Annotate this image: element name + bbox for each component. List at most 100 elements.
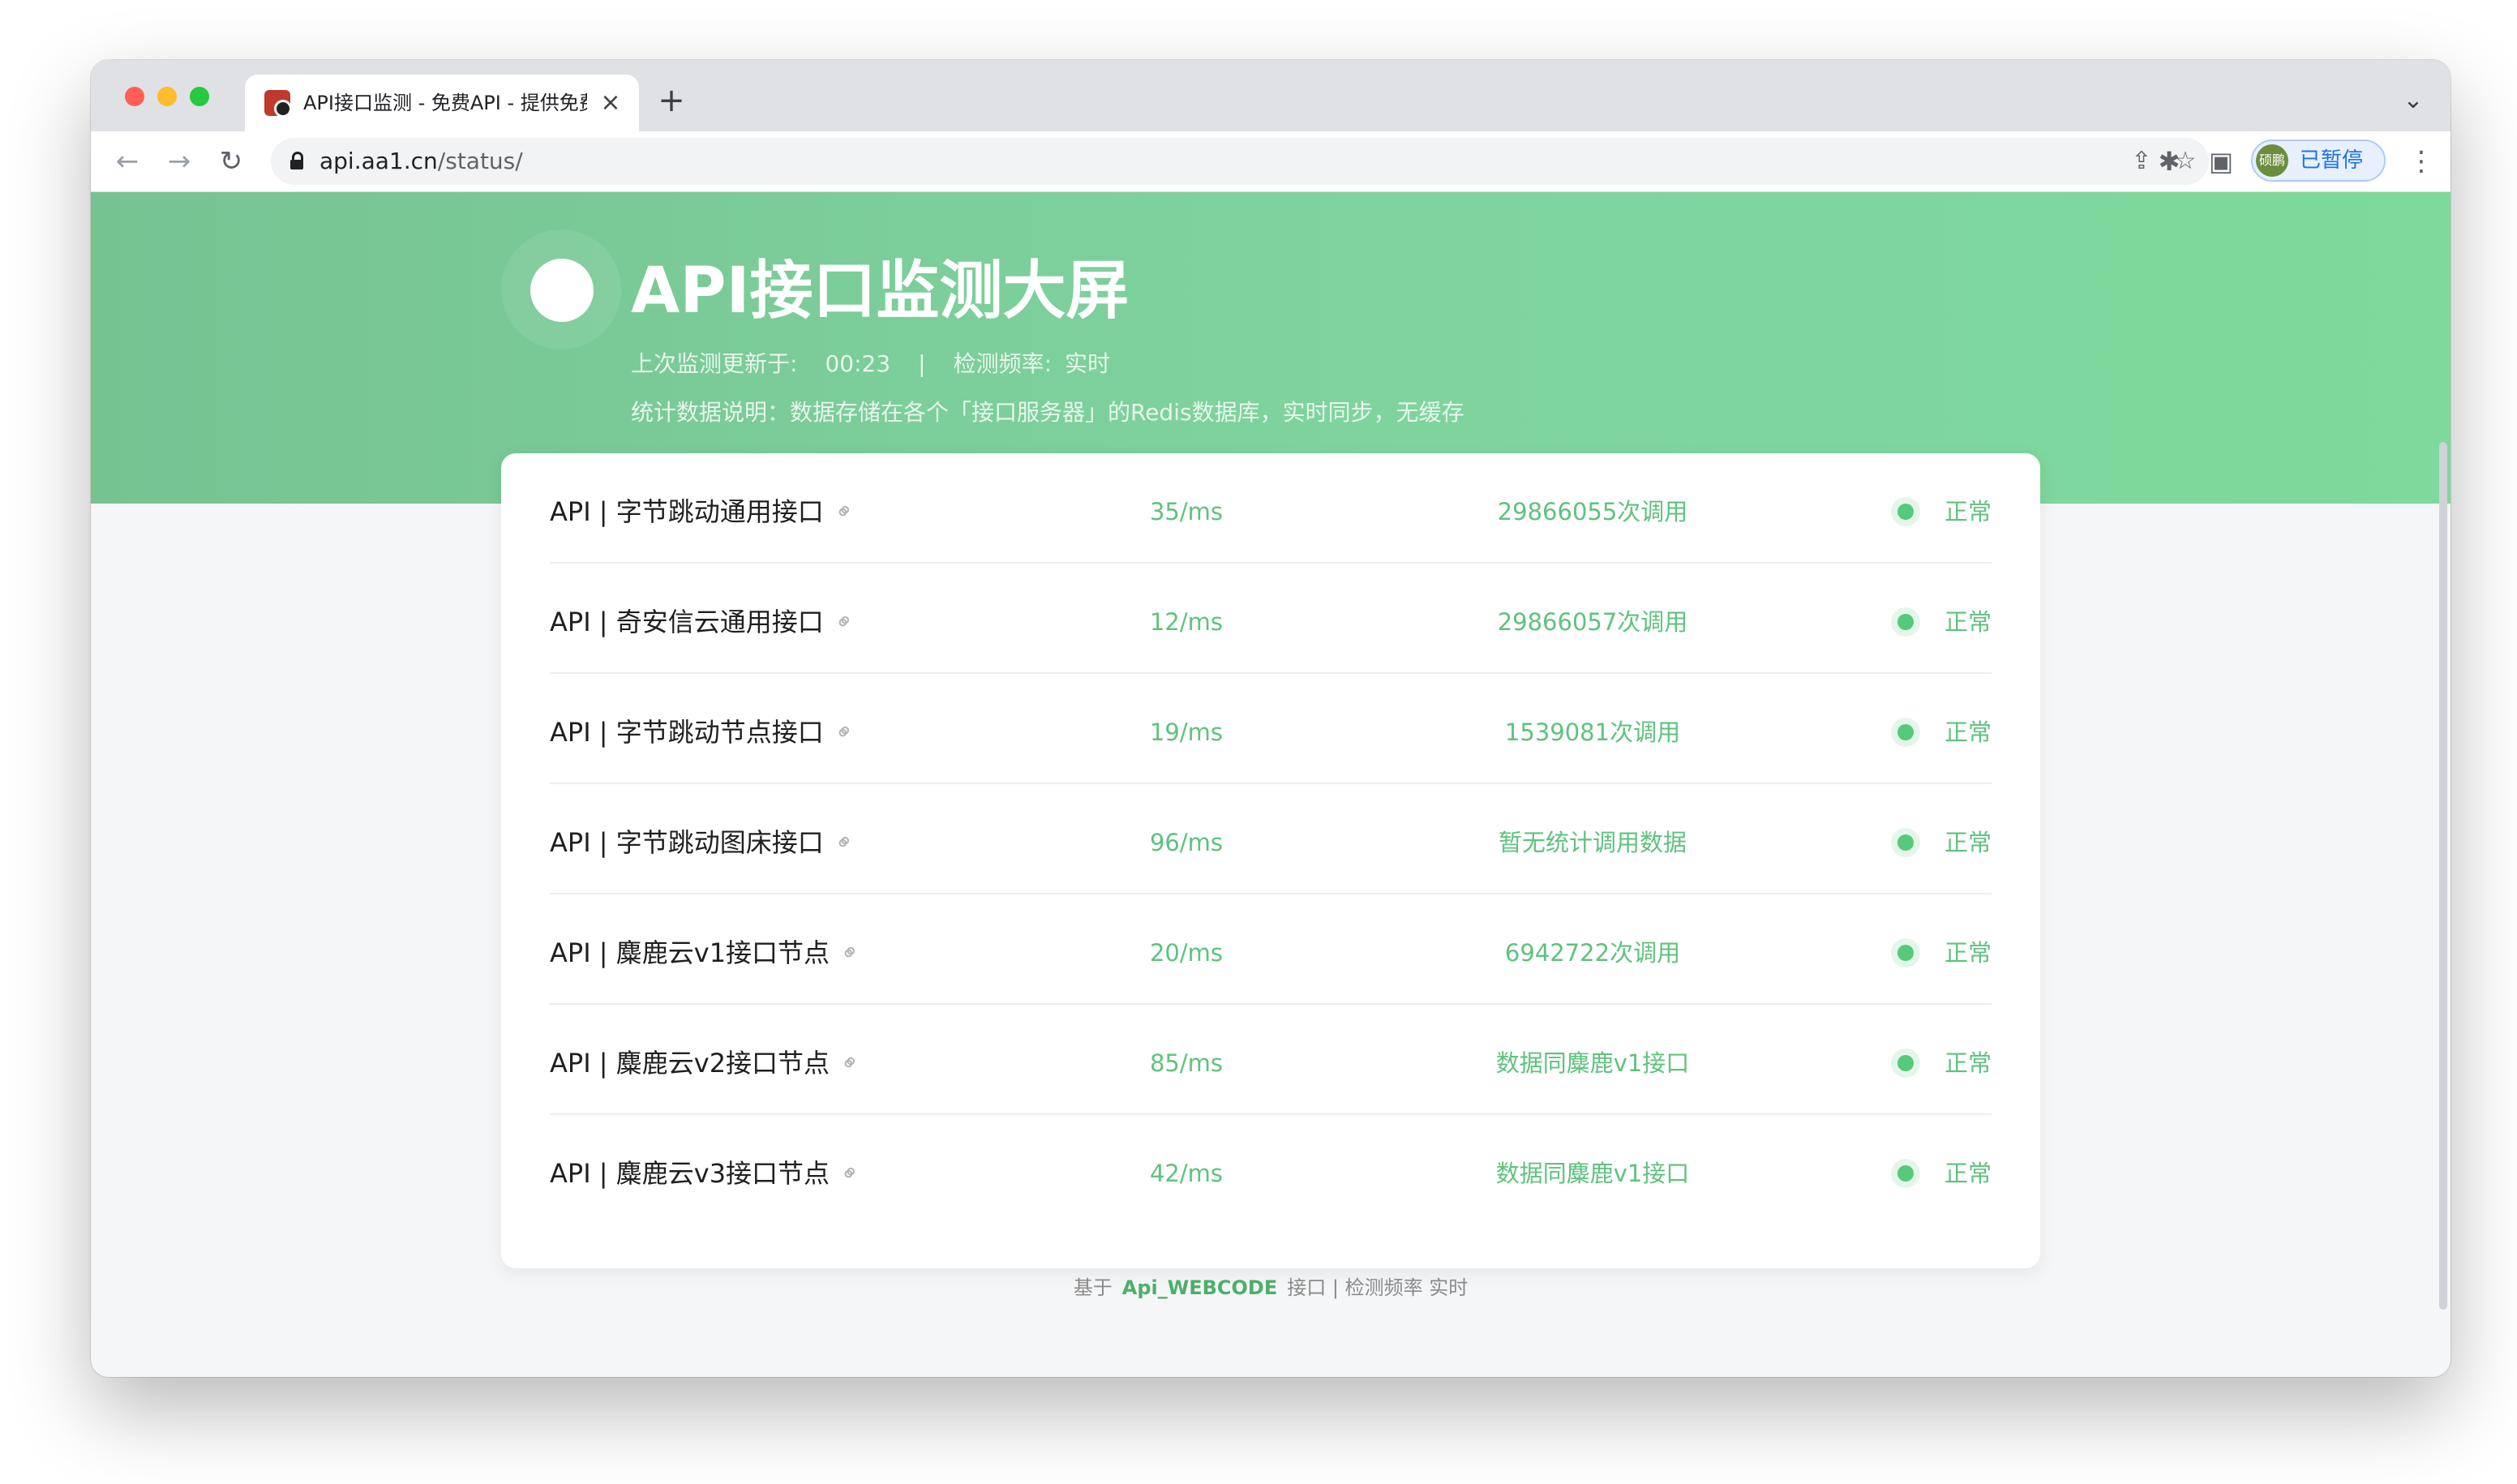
tab-search-chevron-icon[interactable]: ⌄ — [2397, 84, 2429, 117]
api-latency: 35/ms — [1149, 498, 1224, 525]
more-menu-icon[interactable]: ⋮ — [2407, 143, 2436, 180]
status-label: 正常 — [1944, 608, 1992, 636]
status-dot-icon — [1890, 497, 1920, 526]
api-name: API | 字节跳动节点接口 ⚭ — [550, 716, 860, 748]
avatar: 硕鹏 — [2256, 144, 2288, 177]
monitor-row: API | 字节跳动图床接口 ⚭ 96/ms 暂无统计调用数据 正常 — [550, 784, 1992, 894]
page-title: API接口监测大屏 — [631, 255, 1130, 328]
link-icon[interactable]: ⚭ — [826, 604, 863, 641]
status-label: 正常 — [1944, 829, 1992, 856]
meta-separator: | — [918, 350, 926, 377]
status-dot-icon — [1890, 718, 1920, 747]
zoom-window-button[interactable] — [190, 87, 209, 106]
api-name: API | 字节跳动图床接口 ⚭ — [550, 826, 860, 859]
api-name: API | 字节跳动通用接口 ⚭ — [550, 495, 860, 528]
minimize-window-button[interactable] — [157, 87, 177, 106]
link-icon[interactable]: ⚭ — [826, 825, 863, 861]
api-name: API | 麋鹿云v2接口节点 ⚭ — [550, 1047, 866, 1079]
status-label: 正常 — [1944, 939, 1992, 967]
status-badge: 正常 — [1890, 937, 1992, 969]
monitor-row: API | 麋鹿云v3接口节点 ⚭ 42/ms 数据同麋鹿v1接口 正常 — [550, 1115, 1992, 1224]
monitor-list-card: API | 字节跳动通用接口 ⚭ 35/ms 29866055次调用 正常 API… — [501, 453, 2040, 1268]
profile-button[interactable]: 硕鹏 已暂停 — [2251, 139, 2386, 182]
status-dot-icon — [1890, 1159, 1920, 1188]
lock-icon[interactable] — [290, 152, 303, 169]
status-badge: 正常 — [1890, 716, 1992, 748]
link-icon[interactable]: ⚭ — [832, 1045, 868, 1082]
address-bar[interactable]: api.aa1.cn/status/ ⇪ ☆ — [271, 138, 2209, 185]
page-footer: 基于 Api_WEBCODE 接口 | 检测频率 实时 — [91, 1276, 2451, 1300]
api-latency: 42/ms — [1149, 1160, 1224, 1187]
status-dot-icon — [1890, 828, 1920, 857]
api-latency: 96/ms — [1149, 829, 1224, 856]
monitor-row: API | 字节跳动节点接口 ⚭ 19/ms 1539081次调用 正常 — [550, 674, 1992, 784]
profile-status-label: 已暂停 — [2300, 148, 2364, 173]
monitor-row: API | 麋鹿云v1接口节点 ⚭ 20/ms 6942722次调用 正常 — [550, 894, 1992, 1005]
monitor-list: API | 字节跳动通用接口 ⚭ 35/ms 29866055次调用 正常 API… — [550, 453, 1992, 1224]
last-update-time: 00:23 — [825, 350, 891, 377]
url-text[interactable]: api.aa1.cn/status/ — [319, 148, 523, 174]
api-name: API | 麋鹿云v3接口节点 ⚭ — [550, 1157, 866, 1190]
tab-title: API接口监测 - 免费API - 提供免费 — [303, 92, 587, 114]
page-viewport: API接口监测大屏 上次监测更新于: 00:23 | 检测频率: 实时 统计数据说明：数… — [91, 192, 2451, 1377]
tab-strip: API接口监测 - 免费API - 提供免费 × + ⌄ — [91, 60, 2451, 131]
api-call-count: 29866057次调用 — [1497, 608, 1688, 636]
monitor-meta: 上次监测更新于: 00:23 | 检测频率: 实时 — [631, 350, 1110, 379]
link-icon[interactable]: ⚭ — [832, 935, 868, 971]
extensions-puzzle-icon[interactable]: ✱ — [2150, 143, 2188, 180]
stats-description: 统计数据说明：数据存储在各个「接口服务器」的Redis数据库，实时同步，无缓存 — [631, 399, 1464, 426]
status-badge: 正常 — [1890, 826, 1992, 859]
new-tab-button[interactable]: + — [654, 83, 689, 118]
status-label: 正常 — [1944, 718, 1992, 746]
monitor-row: API | 奇安信云通用接口 ⚭ 12/ms 29866057次调用 正常 — [550, 564, 1992, 674]
favicon-icon — [264, 90, 292, 118]
back-arrow-icon[interactable]: ← — [109, 143, 146, 180]
api-call-count: 6942722次调用 — [1504, 939, 1681, 967]
side-panel-icon[interactable]: ▣ — [2202, 143, 2240, 180]
status-badge: 正常 — [1890, 495, 1992, 528]
reload-icon[interactable]: ↻ — [212, 143, 250, 180]
link-icon[interactable]: ⚭ — [826, 494, 863, 530]
api-call-count: 暂无统计调用数据 — [1498, 829, 1687, 856]
api-name-text: API | 麋鹿云v3接口节点 — [550, 1158, 830, 1189]
browser-toolbar: ← → ↻ api.aa1.cn/status/ ⇪ ☆ ✱ ▣ 硕鹏 已暂停 … — [91, 131, 2451, 192]
api-name-text: API | 麋鹿云v2接口节点 — [550, 1048, 830, 1079]
status-dot-icon — [1890, 1049, 1920, 1078]
last-update-label: 上次监测更新于: — [631, 350, 798, 377]
close-window-button[interactable] — [125, 87, 144, 106]
frequency-label: 检测频率: — [953, 350, 1053, 377]
api-call-count: 数据同麋鹿v1接口 — [1495, 1049, 1690, 1077]
status-label: 正常 — [1944, 1049, 1992, 1077]
api-name-text: API | 奇安信云通用接口 — [550, 607, 824, 637]
footer-suffix: 接口 | 检测频率 实时 — [1287, 1276, 1469, 1299]
link-icon[interactable]: ⚭ — [832, 1156, 868, 1192]
api-latency: 12/ms — [1149, 608, 1224, 636]
api-latency: 19/ms — [1149, 718, 1224, 746]
status-dot-icon — [1890, 607, 1920, 637]
url-path: /status/ — [437, 148, 523, 174]
monitor-row: API | 麋鹿云v2接口节点 ⚭ 85/ms 数据同麋鹿v1接口 正常 — [550, 1005, 1992, 1115]
browser-window: API接口监测 - 免费API - 提供免费 × + ⌄ ← → ↻ api.a… — [91, 60, 2451, 1377]
api-name-text: API | 字节跳动图床接口 — [550, 827, 824, 858]
api-call-count: 29866055次调用 — [1497, 498, 1688, 525]
api-name: API | 奇安信云通用接口 ⚭ — [550, 606, 860, 638]
status-badge: 正常 — [1890, 1047, 1992, 1079]
status-badge: 正常 — [1890, 1157, 1992, 1190]
link-icon[interactable]: ⚭ — [826, 714, 863, 751]
browser-tab-active[interactable]: API接口监测 - 免费API - 提供免费 × — [245, 75, 639, 131]
api-call-count: 数据同麋鹿v1接口 — [1495, 1160, 1690, 1187]
status-badge: 正常 — [1890, 606, 1992, 638]
api-latency: 20/ms — [1149, 939, 1224, 967]
api-name-text: API | 字节跳动节点接口 — [550, 717, 824, 748]
footer-link[interactable]: Api_WEBCODE — [1122, 1276, 1277, 1299]
footer-prefix: 基于 — [1073, 1276, 1113, 1299]
close-tab-icon[interactable]: × — [597, 89, 624, 117]
frequency-value: 实时 — [1065, 350, 1111, 377]
status-dot-icon — [1890, 938, 1920, 967]
api-call-count: 1539081次调用 — [1504, 718, 1681, 746]
page-scrollbar[interactable] — [2439, 442, 2447, 1310]
api-name: API | 麋鹿云v1接口节点 ⚭ — [550, 937, 866, 969]
api-name-text: API | 字节跳动通用接口 — [550, 496, 824, 527]
api-latency: 85/ms — [1149, 1049, 1224, 1077]
forward-arrow-icon[interactable]: → — [161, 143, 198, 180]
